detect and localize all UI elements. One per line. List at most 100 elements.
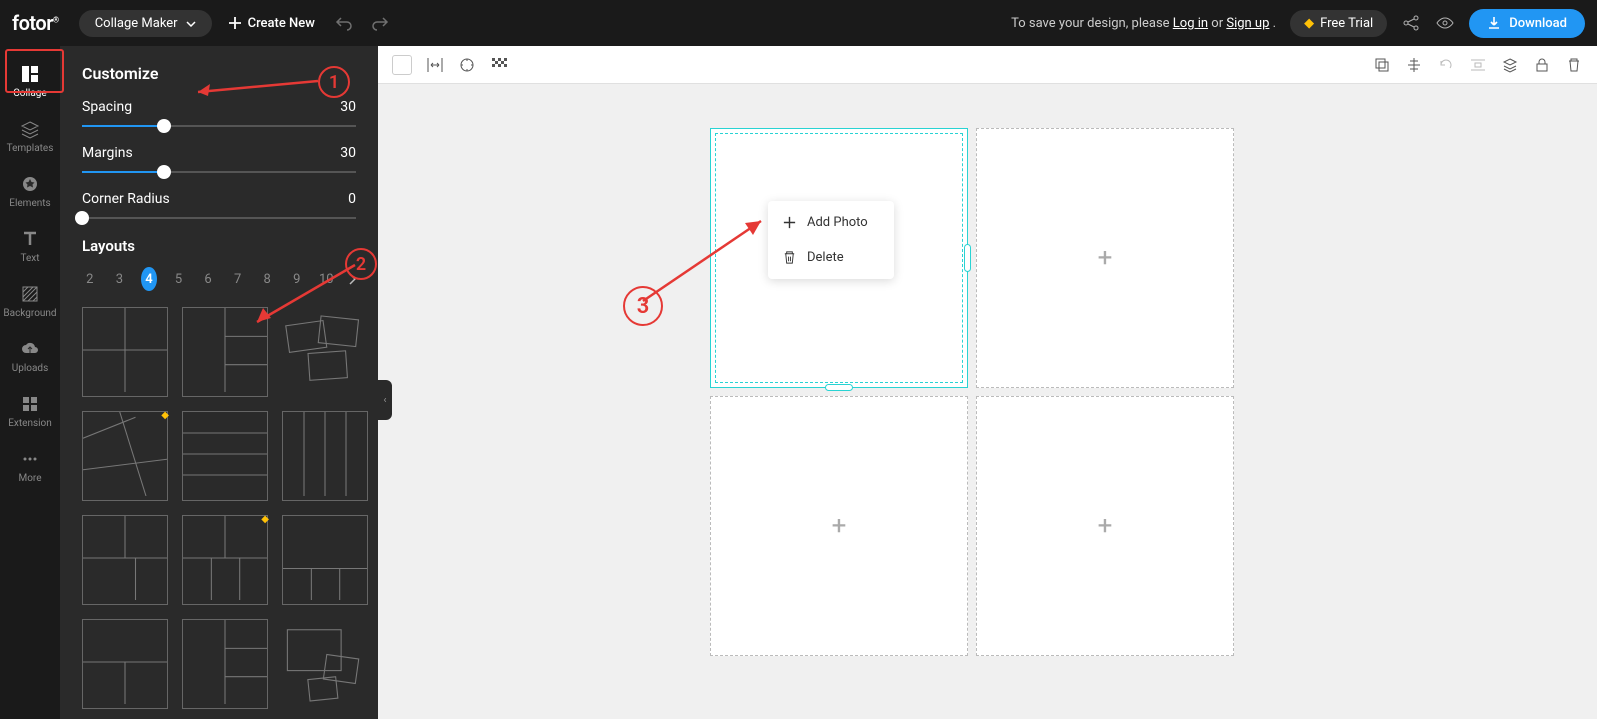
layout-tabs: 2 3 4 5 6 7 8 9 10 <box>82 267 356 291</box>
cloud-icon <box>20 339 40 359</box>
layout-tab-9[interactable]: 9 <box>289 267 305 291</box>
nav-templates[interactable]: Templates <box>0 109 60 164</box>
layout-thumb[interactable] <box>182 411 268 501</box>
app-header: fotor® Collage Maker Create New To save … <box>0 0 1597 46</box>
corner-label: Corner Radius <box>82 191 170 207</box>
layout-thumb[interactable] <box>282 411 368 501</box>
spacing-value: 30 <box>340 99 356 115</box>
share-icon[interactable] <box>1401 13 1421 33</box>
add-photo-item[interactable]: Add Photo <box>768 205 894 240</box>
undo-button[interactable] <box>335 14 353 32</box>
login-link[interactable]: Log in <box>1173 16 1208 31</box>
panel-collapse-button[interactable]: ‹ <box>378 380 392 420</box>
layout-thumb[interactable] <box>82 619 168 709</box>
logo: fotor® <box>12 11 59 35</box>
layout-thumb[interactable]: ◆ <box>182 515 268 605</box>
layout-tab-4[interactable]: 4 <box>141 267 157 291</box>
layers-icon[interactable] <box>1501 56 1519 74</box>
nav-more[interactable]: More <box>0 439 60 494</box>
layout-tab-6[interactable]: 6 <box>200 267 216 291</box>
download-button[interactable]: Download <box>1469 9 1585 38</box>
spacing-slider[interactable] <box>82 125 356 127</box>
plus-icon: + <box>1098 511 1113 541</box>
layout-thumb[interactable] <box>82 515 168 605</box>
plus-icon <box>782 215 797 230</box>
nav-elements[interactable]: Elements <box>0 164 60 219</box>
layout-tab-10[interactable]: 10 <box>319 267 335 291</box>
nav-collage[interactable]: Collage <box>0 54 60 109</box>
left-nav: Collage Templates Elements Text Backgrou… <box>0 46 60 719</box>
nav-background[interactable]: Background <box>0 274 60 329</box>
layout-tab-8[interactable]: 8 <box>259 267 275 291</box>
collage-cell-2[interactable]: + <box>976 128 1234 388</box>
layout-grid: ◆ ◆ <box>82 307 356 693</box>
chevron-down-icon <box>186 16 196 31</box>
delete-item[interactable]: Delete <box>768 240 894 275</box>
nav-text[interactable]: Text <box>0 219 60 274</box>
redo-button[interactable] <box>371 14 389 32</box>
layout-tab-2[interactable]: 2 <box>82 267 98 291</box>
free-trial-button[interactable]: ◆ Free Trial <box>1290 10 1387 37</box>
layout-thumb[interactable] <box>182 619 268 709</box>
cell-context-menu: Add Photo Delete <box>768 201 894 279</box>
create-new-button[interactable]: Create New <box>228 16 315 31</box>
layout-tabs-next[interactable] <box>348 270 356 289</box>
save-message: To save your design, please Log in or Si… <box>1011 16 1276 31</box>
diamond-icon: ◆ <box>161 410 169 421</box>
trash-icon[interactable] <box>1565 56 1583 74</box>
collage-cell-4[interactable]: + <box>976 396 1234 656</box>
signup-link[interactable]: Sign up <box>1226 16 1269 31</box>
corner-slider[interactable] <box>82 217 356 219</box>
margins-value: 30 <box>340 145 356 161</box>
trash-icon <box>782 250 797 265</box>
annotation-circle-3: 3 <box>623 286 663 326</box>
panel-title: Customize <box>82 64 356 83</box>
corner-value: 0 <box>348 191 356 207</box>
download-icon <box>1487 16 1501 30</box>
align-icon[interactable] <box>1405 56 1423 74</box>
mode-dropdown[interactable]: Collage Maker <box>79 10 212 37</box>
diamond-icon: ◆ <box>1304 16 1314 31</box>
dots-icon <box>20 449 40 469</box>
text-icon <box>20 229 40 249</box>
plus-icon: + <box>832 511 847 541</box>
resize-handle-bottom[interactable] <box>825 384 853 391</box>
customize-panel: Customize Spacing30 Margins30 Corner Rad… <box>60 46 378 719</box>
layout-thumb[interactable] <box>282 619 368 709</box>
ratio-icon[interactable] <box>458 56 476 74</box>
plus-icon: + <box>1098 243 1113 273</box>
margins-slider[interactable] <box>82 171 356 173</box>
resize-handle-right[interactable] <box>964 244 971 272</box>
extension-icon <box>20 394 40 414</box>
diamond-icon: ◆ <box>261 514 269 525</box>
layers-icon <box>20 119 40 139</box>
rotate-icon[interactable] <box>1437 56 1455 74</box>
layout-tab-7[interactable]: 7 <box>230 267 246 291</box>
spacing-label: Spacing <box>82 99 132 115</box>
layout-tab-3[interactable]: 3 <box>112 267 128 291</box>
layouts-title: Layouts <box>82 237 356 255</box>
layout-thumb[interactable] <box>182 307 268 397</box>
lock-icon[interactable] <box>1533 56 1551 74</box>
layout-thumb[interactable] <box>282 515 368 605</box>
layout-tab-5[interactable]: 5 <box>171 267 187 291</box>
canvas-toolbar <box>378 46 1597 84</box>
distribute-icon[interactable] <box>1469 56 1487 74</box>
collage-icon <box>20 64 40 84</box>
canvas-area: + + + Add Photo Delete 1 2 3 <box>378 46 1597 719</box>
layout-thumb[interactable] <box>82 307 168 397</box>
nav-uploads[interactable]: Uploads <box>0 329 60 384</box>
layout-thumb[interactable]: ◆ <box>82 411 168 501</box>
margins-label: Margins <box>82 145 133 161</box>
collage-cell-3[interactable]: + <box>710 396 968 656</box>
preview-icon[interactable] <box>1435 13 1455 33</box>
fill-color-swatch[interactable] <box>392 55 412 75</box>
plus-icon <box>228 16 242 30</box>
layout-thumb[interactable] <box>282 307 368 397</box>
spacing-icon[interactable] <box>426 56 444 74</box>
copy-icon[interactable] <box>1373 56 1391 74</box>
nav-extension[interactable]: Extension <box>0 384 60 439</box>
pattern-icon[interactable] <box>490 56 508 74</box>
hatch-icon <box>20 284 40 304</box>
star-icon <box>20 174 40 194</box>
